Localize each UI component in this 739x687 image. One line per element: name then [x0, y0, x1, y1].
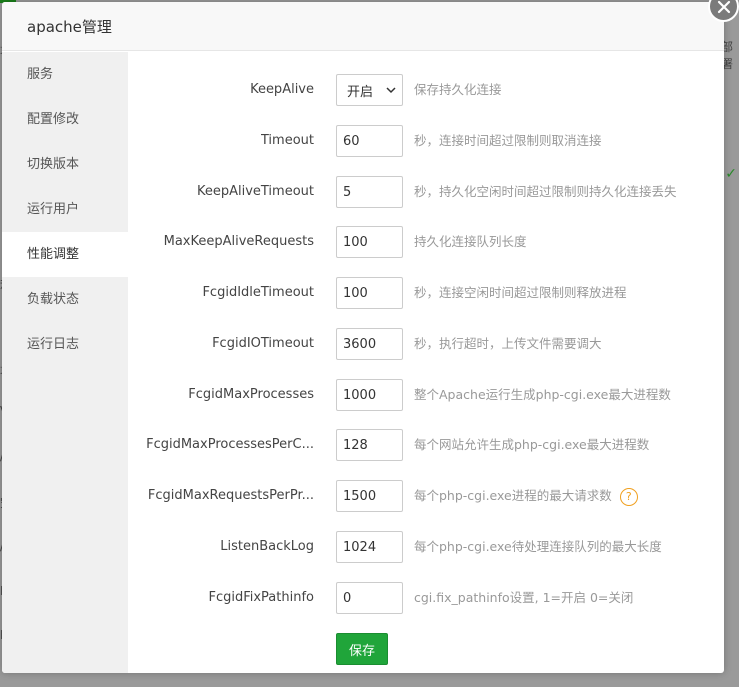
field-hint: 持久化连接队列长度 [414, 234, 527, 249]
field-label: FcgidMaxProcessesPerC... [146, 437, 314, 452]
field-label: FcgidMaxRequestsPerPr... [147, 488, 314, 503]
field-hint: 秒，连接空闲时间超过限制则释放进程 [414, 285, 627, 300]
field-hint: 每个网站允许生成php-cgi.exe最大进程数 [414, 437, 650, 452]
chevron-down-icon [386, 87, 396, 94]
field-label: ListenBackLog [220, 539, 314, 554]
field-hint: 每个php-cgi.exe待处理连接队列的最大长度 [414, 539, 662, 554]
field-label: FcgidMaxProcesses [188, 387, 314, 402]
sidebar-item-switch-version[interactable]: 切换版本 [2, 142, 128, 187]
sidebar-item-run-user[interactable]: 运行用户 [2, 187, 128, 232]
fcgid-idle-timeout-input[interactable] [336, 277, 403, 309]
field-hint: 保存持久化连接 [414, 82, 502, 97]
field-label: KeepAliveTimeout [196, 184, 314, 199]
field-label: FcgidFixPathinfo [208, 590, 314, 605]
timeout-input[interactable] [336, 125, 403, 157]
form-row-fcgid-fix-pathinfo: FcgidFixPathinfo cgi.fix_pathinfo设置, 1=开… [128, 582, 724, 614]
form-row-fcgid-max-processes: FcgidMaxProcesses 整个Apache运行生成php-cgi.ex… [128, 379, 724, 411]
form-row-listen-backlog: ListenBackLog 每个php-cgi.exe待处理连接队列的最大长度 [128, 531, 724, 563]
fcgid-max-processes-per-class-input[interactable] [336, 429, 403, 461]
form-row-fcgid-idle-timeout: FcgidIdleTimeout 秒，连接空闲时间超过限制则释放进程 [128, 277, 724, 309]
form-row-fcgid-io-timeout: FcgidIOTimeout 秒，执行超时，上传文件需要调大 [128, 328, 724, 360]
apache-manager-dialog: apache管理 服务 配置修改 切换版本 运行用户 性能调整 负载状态 运行日… [2, 2, 724, 673]
form-row-max-keepalive-requests: MaxKeepAliveRequests 持久化连接队列长度 [128, 226, 724, 258]
field-hint: 秒，连接时间超过限制则取消连接 [414, 133, 602, 148]
field-hint-text: 每个php-cgi.exe进程的最大请求数 [414, 488, 612, 503]
form-row-timeout: Timeout 秒，连接时间超过限制则取消连接 [128, 125, 724, 157]
backdrop-check-icon: ✓ [725, 166, 737, 182]
form-row-fcgid-max-requests-per-process: FcgidMaxRequestsPerPr... 每个php-cgi.exe进程… [128, 480, 724, 512]
field-label: Timeout [260, 133, 314, 148]
field-hint: 秒，持久化空闲时间超过限制则持久化连接丢失 [414, 184, 677, 199]
form-row-keepalive-timeout: KeepAliveTimeout 秒，持久化空闲时间超过限制则持久化连接丢失 [128, 176, 724, 208]
keepalive-select-value: 开启 [347, 84, 374, 100]
fcgid-max-processes-input[interactable] [336, 379, 403, 411]
keepalive-select[interactable]: 开启 [336, 74, 403, 106]
sidebar-item-run-log[interactable]: 运行日志 [2, 322, 128, 367]
dialog-header: apache管理 [2, 2, 724, 51]
performance-form: KeepAlive 开启 保存持久化连接 Timeout 秒，连接时间超过限制则… [128, 52, 724, 673]
close-icon [717, 0, 730, 13]
fcgid-max-requests-per-process-input[interactable] [336, 480, 403, 512]
sidebar-item-config[interactable]: 配置修改 [2, 97, 128, 142]
field-label: FcgidIdleTimeout [202, 285, 314, 300]
keepalive-timeout-input[interactable] [336, 176, 403, 208]
field-hint: cgi.fix_pathinfo设置, 1=开启 0=关闭 [414, 590, 634, 605]
save-button[interactable]: 保存 [336, 633, 388, 665]
sidebar-item-service[interactable]: 服务 [2, 52, 128, 97]
form-row-keepalive: KeepAlive 开启 保存持久化连接 [128, 74, 724, 106]
help-icon[interactable]: ? [619, 487, 638, 506]
field-hint: 秒，执行超时，上传文件需要调大 [414, 336, 602, 351]
field-hint: 每个php-cgi.exe进程的最大请求数? [414, 480, 638, 512]
listen-backlog-input[interactable] [336, 531, 403, 563]
field-label: MaxKeepAliveRequests [163, 234, 314, 249]
form-row-fcgid-max-processes-per-class: FcgidMaxProcessesPerC... 每个网站允许生成php-cgi… [128, 429, 724, 461]
fcgid-fix-pathinfo-input[interactable] [336, 582, 403, 614]
field-label: FcgidIOTimeout [212, 336, 314, 351]
max-keepalive-requests-input[interactable] [336, 226, 403, 258]
dialog-title: apache管理 [27, 17, 112, 36]
sidebar-item-load-status[interactable]: 负载状态 [2, 277, 128, 322]
fcgid-io-timeout-input[interactable] [336, 328, 403, 360]
sidebar: 服务 配置修改 切换版本 运行用户 性能调整 负载状态 运行日志 [2, 52, 128, 673]
dialog-body: 服务 配置修改 切换版本 运行用户 性能调整 负载状态 运行日志 KeepAli… [2, 52, 724, 673]
field-label: KeepAlive [250, 82, 314, 97]
field-hint: 整个Apache运行生成php-cgi.exe最大进程数 [414, 387, 671, 402]
sidebar-item-performance[interactable]: 性能调整 [2, 232, 128, 277]
